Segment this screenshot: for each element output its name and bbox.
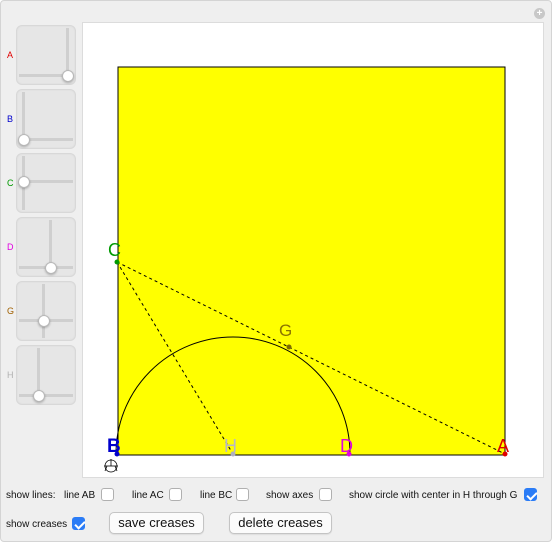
label-c: C (108, 240, 121, 260)
slider-g-label: G (7, 306, 15, 316)
show-creases-label: show creases (6, 519, 68, 530)
slider-d-pad[interactable] (16, 217, 76, 277)
delete-creases-button[interactable]: delete creases (229, 512, 332, 534)
slider-b[interactable]: B (0, 89, 80, 149)
line-ab-label: line AB (64, 490, 96, 501)
controls-panel: show lines: line AB line AC line BC show… (0, 484, 552, 542)
slider-c-knob[interactable] (18, 176, 30, 188)
label-h: H (224, 436, 237, 456)
slider-d[interactable]: D (0, 217, 80, 277)
line-ac-label: line AC (132, 490, 164, 501)
show-axes-checkbox[interactable] (319, 488, 332, 501)
slider-a-knob[interactable] (62, 70, 74, 82)
line-ac-checkbox[interactable] (169, 488, 182, 501)
label-a: A (497, 436, 509, 456)
slider-h-label: H (7, 370, 14, 380)
line-ab-checkbox[interactable] (101, 488, 114, 501)
slider-a[interactable]: A (0, 25, 80, 85)
show-lines-label: show lines: (6, 490, 56, 501)
slider-d-knob[interactable] (45, 262, 57, 274)
label-d: D (340, 436, 353, 456)
slider-b-knob[interactable] (18, 134, 30, 146)
line-bc-checkbox[interactable] (236, 488, 249, 501)
origami-figure: C G H D A B (104, 66, 509, 473)
slider-g-pad[interactable] (16, 281, 76, 341)
label-b: B (107, 436, 121, 457)
slider-h-pad[interactable] (16, 345, 76, 405)
slider-g[interactable]: G (0, 281, 80, 341)
slider-g-knob[interactable] (38, 315, 50, 327)
slider-a-pad[interactable] (16, 25, 76, 85)
slider-b-pad[interactable] (16, 89, 76, 149)
slider-c-pad[interactable] (16, 153, 76, 213)
slider-a-label: A (7, 50, 14, 60)
origin-anchor-icon (104, 459, 118, 473)
paper-square (117, 66, 506, 456)
slider-d-label: D (7, 242, 14, 252)
slider-h[interactable]: H (0, 345, 80, 405)
show-creases-checkbox[interactable] (72, 517, 85, 530)
graphics-canvas[interactable]: C G H D A B (82, 22, 544, 478)
pad-h-guide (19, 394, 73, 397)
show-circle-label: show circle with center in H through G (349, 490, 518, 501)
point-g[interactable] (286, 344, 292, 350)
point-c[interactable] (114, 259, 120, 265)
label-g: G (279, 321, 292, 340)
slider-b-label: B (7, 114, 14, 124)
pad-v-guide (42, 284, 45, 338)
save-creases-button[interactable]: save creases (109, 512, 204, 534)
show-axes-label: show axes (266, 490, 314, 501)
line-bc-label: line BC (200, 490, 233, 501)
slider-c[interactable]: C (0, 153, 80, 213)
slider-c-label: C (7, 178, 14, 188)
plus-icon[interactable]: + (534, 8, 545, 19)
slider-h-knob[interactable] (33, 390, 45, 402)
show-circle-checkbox[interactable] (524, 488, 537, 501)
